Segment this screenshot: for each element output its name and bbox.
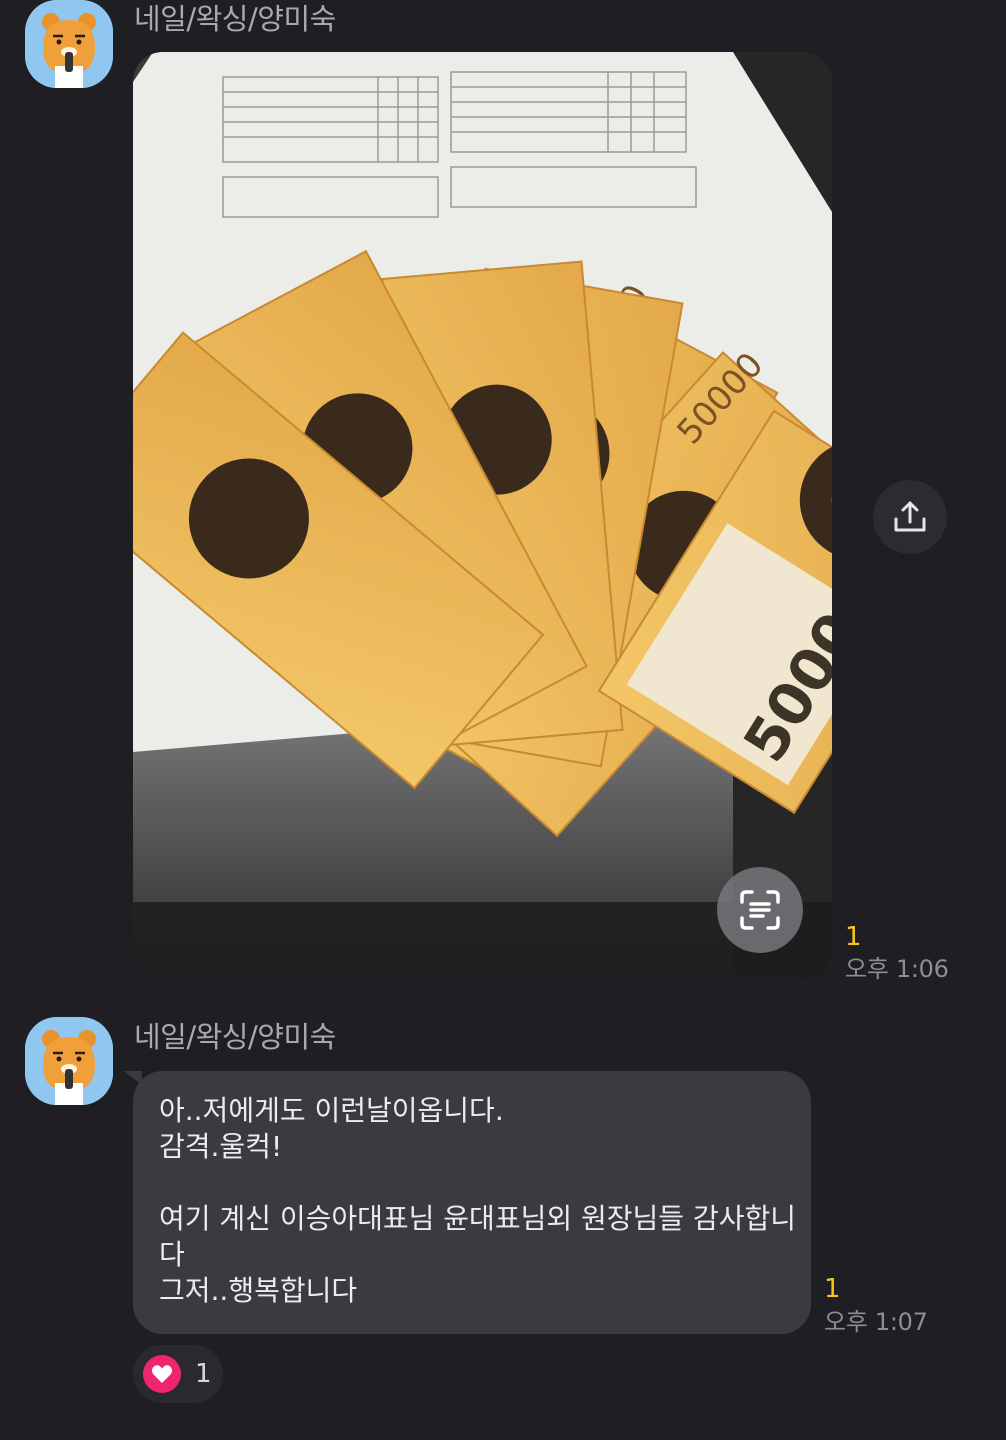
heart-icon — [143, 1355, 181, 1393]
unread-count: 1 — [824, 1274, 841, 1304]
text-message-bubble[interactable]: 아..저에게도 이런날이옵니다. 감격.울컥! 여기 계신 이승아대표님 윤대표… — [133, 1071, 811, 1334]
banknotes-photo: 50000 50000 — [133, 52, 832, 981]
message-line: 다 — [159, 1238, 185, 1271]
reaction-badge[interactable]: 1 — [133, 1345, 223, 1403]
share-icon — [894, 501, 926, 532]
message-time: 오후 1:07 — [824, 1308, 928, 1336]
sender-avatar[interactable] — [25, 0, 113, 88]
sender-avatar[interactable] — [25, 1017, 113, 1105]
sender-name: 네일/왁싱/양미숙 — [134, 2, 336, 36]
message-line: 감격.울컥! — [159, 1130, 283, 1163]
ryan-character-icon — [25, 0, 113, 88]
message-line — [159, 1165, 785, 1201]
unread-count: 1 — [845, 922, 862, 952]
ryan-character-icon — [25, 1017, 113, 1105]
scan-text-icon — [740, 890, 780, 930]
photo-message[interactable]: 50000 50000 — [133, 52, 832, 981]
message-line: 여기 계신 이승아대표님 윤대표님외 원장님들 감사합니 — [159, 1202, 796, 1235]
text-scan-button[interactable] — [717, 867, 803, 953]
share-button[interactable] — [873, 480, 947, 554]
message-line: 아..저에게도 이런날이옵니다. — [159, 1094, 504, 1127]
sender-name: 네일/왁싱/양미숙 — [134, 1020, 336, 1054]
message-line: 그저..행복합니다 — [159, 1274, 358, 1307]
reaction-count: 1 — [195, 1359, 212, 1389]
message-time: 오후 1:06 — [845, 955, 949, 983]
